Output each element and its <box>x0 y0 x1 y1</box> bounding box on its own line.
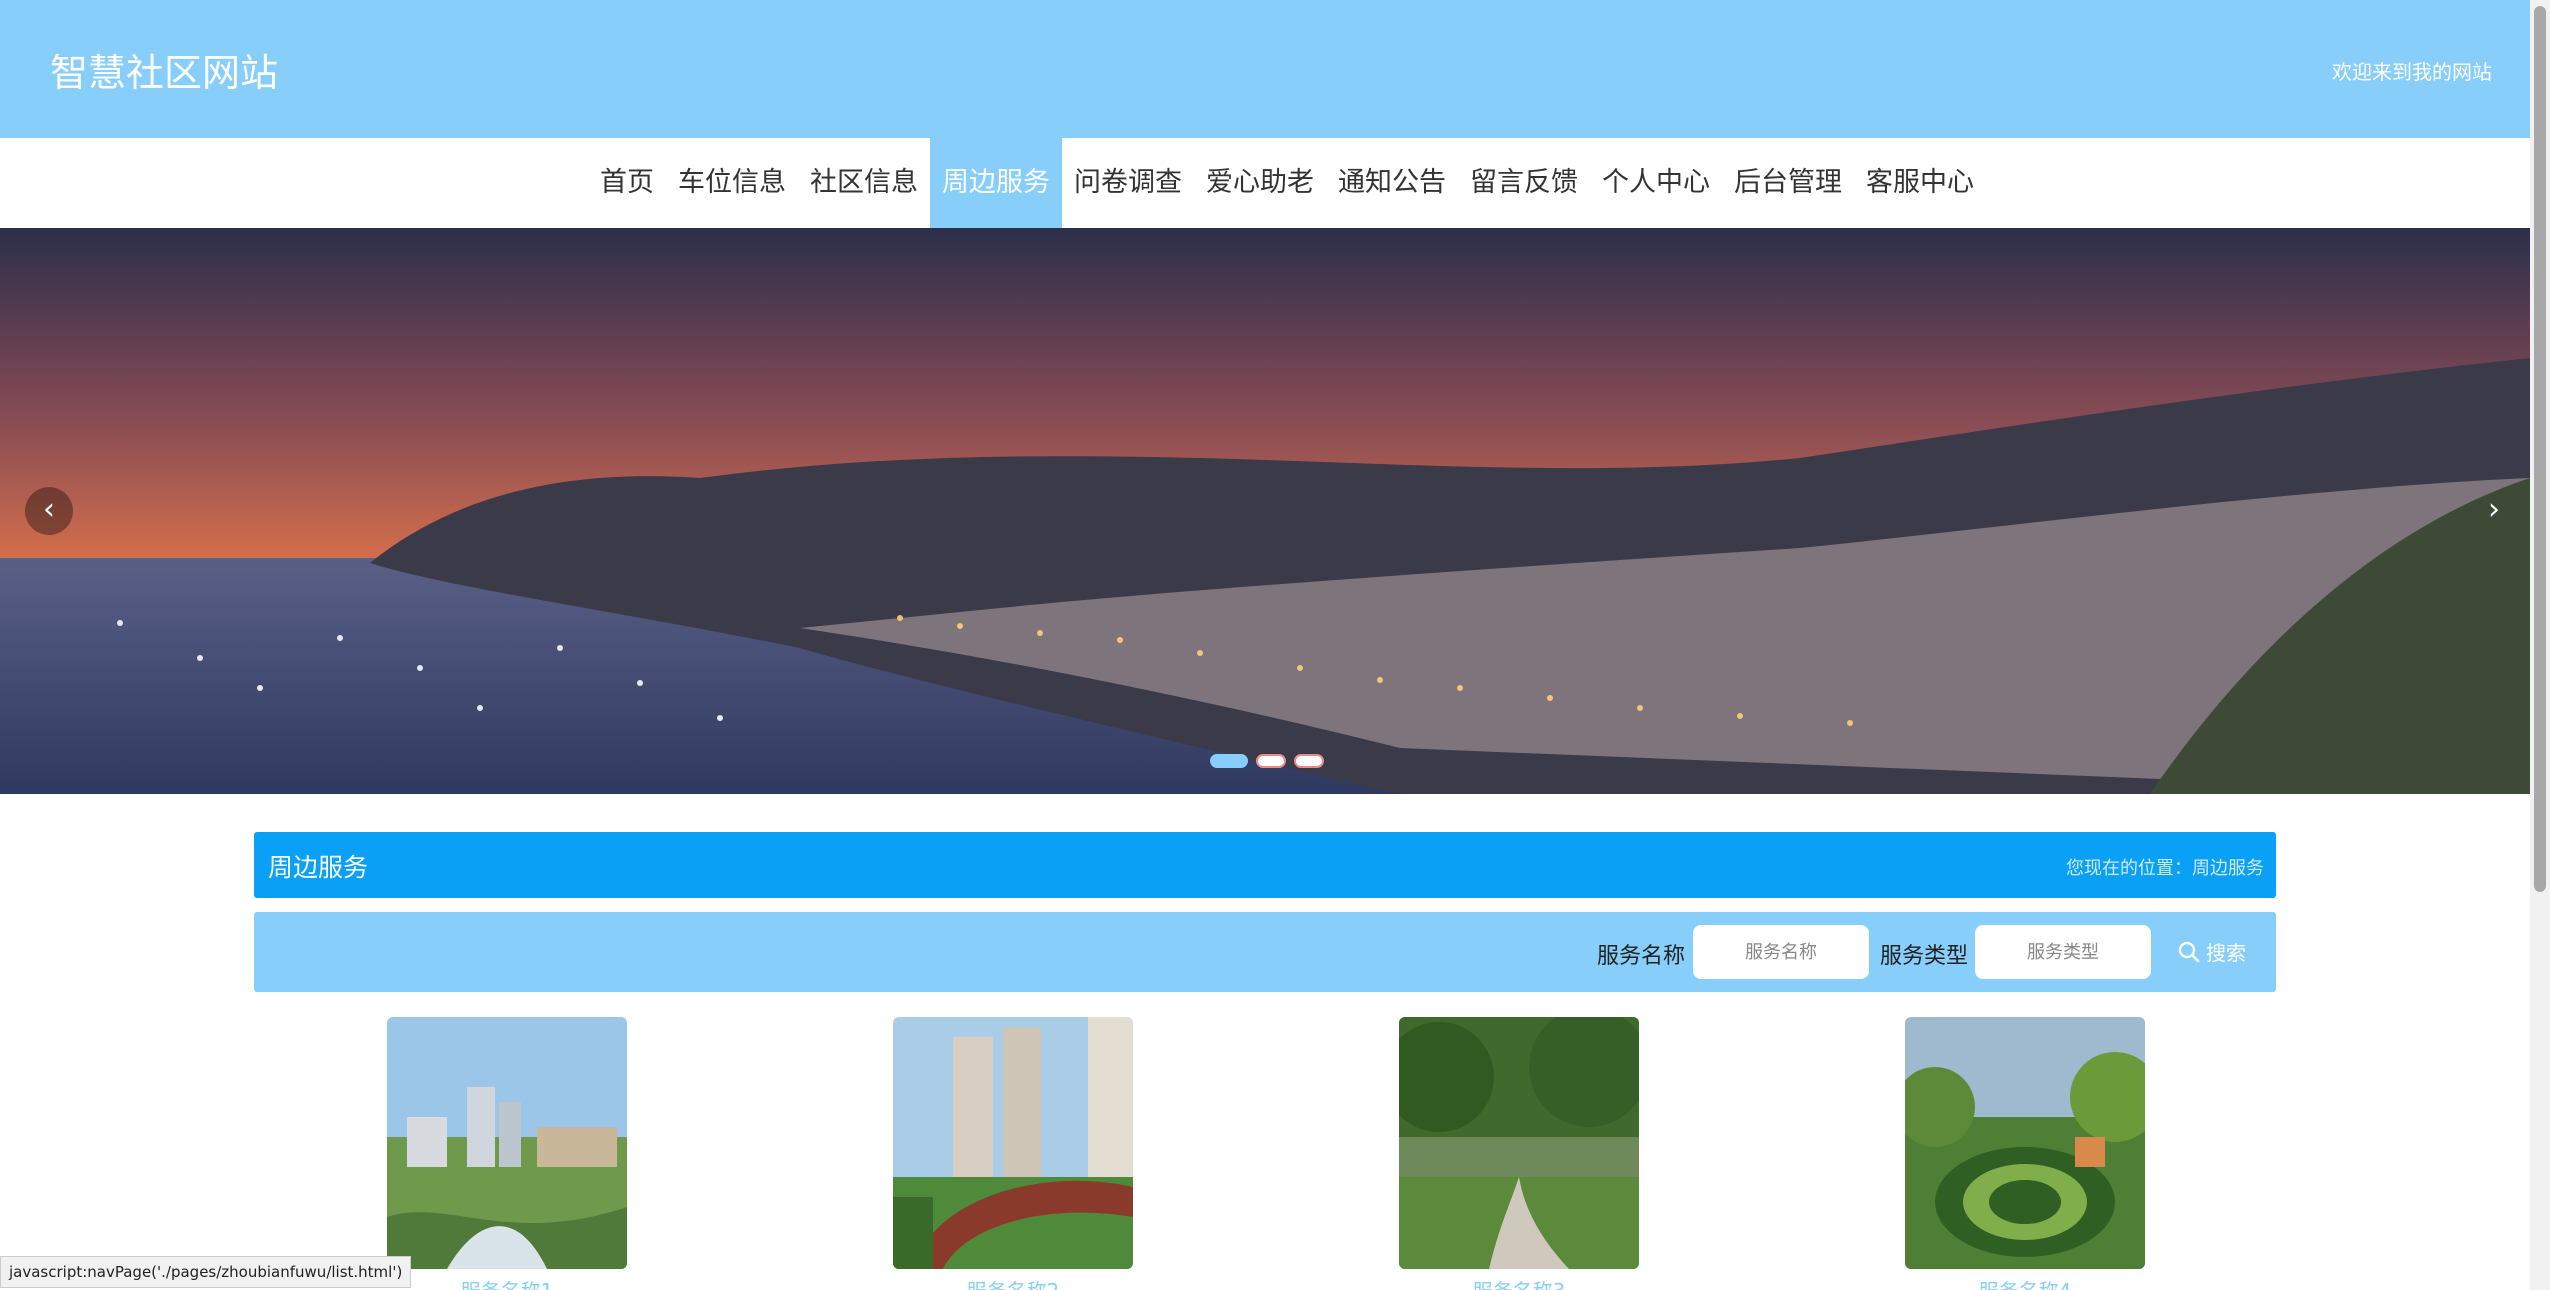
service-card-name[interactable]: 服务名称1 <box>387 1275 627 1290</box>
service-card-1[interactable]: 服务名称1 <box>387 1017 627 1290</box>
service-image-1[interactable] <box>387 1017 627 1269</box>
status-bar-url: javascript:navPage('./pages/zhoubianfuwu… <box>0 1256 412 1288</box>
nav-item-home[interactable]: 首页 <box>588 138 666 228</box>
nav-item-nearby-services[interactable]: 周边服务 <box>930 138 1062 228</box>
service-name-label: 服务名称 <box>1597 944 1686 969</box>
nav-item-profile[interactable]: 个人中心 <box>1590 138 1722 228</box>
search-bar: 服务名称 服务类型 搜索 <box>254 912 2276 992</box>
carousel-dot-1[interactable] <box>1210 754 1248 768</box>
service-type-input[interactable] <box>1975 925 2151 979</box>
page-scrollbar[interactable] <box>2530 0 2550 1290</box>
search-icon <box>2178 941 2200 962</box>
service-card-3[interactable]: 服务名称3 <box>1399 1017 1639 1290</box>
section-title: 周边服务 <box>268 853 369 882</box>
chevron-left-icon: ‹ <box>43 492 55 527</box>
service-card-2[interactable]: 服务名称2 <box>893 1017 1133 1290</box>
banner-image <box>0 228 2530 794</box>
service-card-name[interactable]: 服务名称3 <box>1399 1275 1639 1290</box>
service-image-4[interactable] <box>1905 1017 2145 1269</box>
main-nav: 首页 车位信息 社区信息 周边服务 问卷调查 爱心助老 通知公告 留言反馈 个人… <box>0 138 2530 229</box>
service-card-name[interactable]: 服务名称2 <box>893 1275 1133 1290</box>
section-title-bar: 周边服务 您现在的位置：周边服务 <box>254 832 2276 898</box>
banner-carousel[interactable]: ‹ › <box>0 228 2530 794</box>
nav-item-notices[interactable]: 通知公告 <box>1326 138 1458 228</box>
nav-item-admin[interactable]: 后台管理 <box>1722 138 1854 228</box>
carousel-next-button[interactable]: › <box>2470 487 2518 535</box>
site-title[interactable]: 智慧社区网站 <box>50 42 278 97</box>
carousel-dot-3[interactable] <box>1294 754 1324 768</box>
carousel-prev-button[interactable]: ‹ <box>25 487 73 535</box>
welcome-text: 欢迎来到我的网站 <box>2332 60 2492 84</box>
service-image-3[interactable] <box>1399 1017 1639 1269</box>
service-card-4[interactable]: 服务名称4 <box>1905 1017 2145 1290</box>
service-image-2[interactable] <box>893 1017 1133 1269</box>
nav-item-parking[interactable]: 车位信息 <box>666 138 798 228</box>
page: 智慧社区网站 欢迎来到我的网站 首页 车位信息 社区信息 周边服务 问卷调查 爱… <box>0 0 2530 1290</box>
nav-item-elderly-care[interactable]: 爱心助老 <box>1194 138 1326 228</box>
nav-item-survey[interactable]: 问卷调查 <box>1062 138 1194 228</box>
search-button-label: 搜索 <box>2206 941 2246 965</box>
nav-item-feedback[interactable]: 留言反馈 <box>1458 138 1590 228</box>
scrollbar-thumb[interactable] <box>2534 6 2546 892</box>
breadcrumb: 您现在的位置：周边服务 <box>2066 858 2264 879</box>
carousel-dot-2[interactable] <box>1256 754 1286 768</box>
site-header: 智慧社区网站 欢迎来到我的网站 <box>0 0 2530 138</box>
nav-item-community[interactable]: 社区信息 <box>798 138 930 228</box>
service-type-label: 服务类型 <box>1880 944 1969 969</box>
search-button[interactable]: 搜索 <box>2178 937 2246 966</box>
carousel-indicators <box>1210 754 1324 768</box>
chevron-right-icon: › <box>2488 492 2500 527</box>
nav-item-support[interactable]: 客服中心 <box>1854 138 1986 228</box>
service-name-input[interactable] <box>1693 925 1869 979</box>
service-card-name[interactable]: 服务名称4 <box>1905 1275 2145 1290</box>
